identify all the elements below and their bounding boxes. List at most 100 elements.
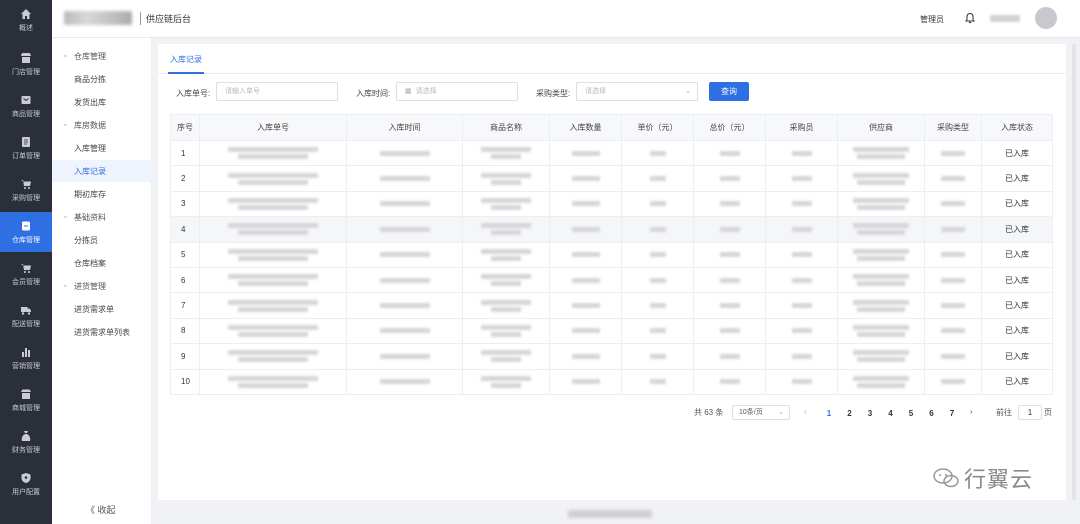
goto-page-input[interactable]: 1 [1018,405,1042,420]
status-badge: 已入库 [981,241,1053,268]
menu-group-purchase[interactable]: ^ 进货管理 [64,281,106,292]
username[interactable] [990,15,1020,22]
menu-item-warehouse-archive[interactable]: 仓库档案 [74,258,106,269]
blurred-value [941,201,965,207]
order-no-input[interactable]: 请输入单号 [216,82,338,101]
rail-item-overview[interactable]: 概述 [0,0,52,40]
table-row[interactable]: 9 已入库 [170,343,1053,370]
page-number[interactable]: 1 [822,409,836,418]
inbound-time-label: 入库时间: [356,89,391,98]
rail-item-store[interactable]: 门店管理 [0,44,52,84]
blurred-value [649,252,666,258]
order-icon [22,136,30,147]
rail-item-label: 采购管理 [12,194,40,202]
redacted-cell [765,165,838,192]
status-badge: 已入库 [981,216,1053,243]
table-row[interactable]: 10 已入库 [170,368,1053,395]
redacted-cell [837,266,925,294]
table-row[interactable]: 1 已入库 [170,139,1053,167]
blurred-value [491,357,521,363]
table-row[interactable]: 3 已入库 [170,190,1053,218]
query-button[interactable]: 查询 [709,82,749,101]
menu-item-goods-sorting[interactable]: 商品分拣 [74,74,106,85]
redacted-cell [693,317,766,345]
redacted-cell [199,165,347,192]
blurred-value [719,176,740,182]
rail-item-orders[interactable]: 订单管理 [0,128,52,168]
page-number[interactable]: 5 [904,409,918,418]
redacted-cell [924,343,982,370]
redacted-cell [693,139,766,167]
inbound-time-picker[interactable]: ▦ 请选择 [396,82,518,101]
table-row[interactable]: 4 已入库 [170,216,1053,243]
collapse-button[interactable]: 《 收起 [86,503,116,516]
rail-item-delivery[interactable]: 配送管理 [0,296,52,336]
column-header: 入库单号 [199,114,347,141]
redacted-cell [462,241,550,268]
menu-item-sorter[interactable]: 分拣员 [74,235,98,246]
blurred-value [941,226,965,232]
icon-rail: 概述 门店管理 商品管理 订单管理采购管理仓库管理 会员管理 配送管理 营销管理 商城管理 财务… [0,0,52,524]
column-header: 序号 [170,114,200,141]
avatar[interactable] [1035,7,1057,29]
redacted-cell [924,165,982,192]
blurred-value [379,201,430,207]
rail-item-marketing[interactable]: 营销管理 [0,338,52,378]
menu-item-purchase-request-list[interactable]: 进货需求单列表 [74,327,130,338]
redacted-cell [837,165,925,192]
row-index: 3 [170,190,200,218]
main-card: 入库记录 入库单号: 请输入单号 入库时间: ▦ 请选择 采购类型: 请选择 ⌄ 查… [158,44,1066,500]
blurred-value [853,299,909,305]
rail-item-user[interactable]: 用户配置 [0,464,52,504]
redacted-cell [837,292,925,319]
menu-group-storage-data[interactable]: ^ 库房数据 [64,120,106,131]
rail-item-member[interactable]: 会员管理 [0,254,52,294]
blurred-value [228,375,318,381]
page-number[interactable]: 2 [843,409,857,418]
row-index: 1 [170,139,200,167]
prev-page-icon[interactable]: ‹ [804,407,807,423]
rail-item-purchase[interactable]: 采购管理 [0,170,52,210]
scrollbar[interactable] [1072,44,1076,500]
menu-item-inbound-manage[interactable]: 入库管理 [74,143,106,154]
blurred-value [228,223,318,229]
purchase-type-select[interactable]: 请选择 ⌄ [576,82,698,101]
redacted-cell [621,292,694,319]
page-size-select[interactable]: 10条/页 ⌄ [732,405,790,420]
next-page-icon[interactable]: › [970,407,973,423]
bell-icon[interactable] [964,12,976,24]
menu-group-warehouse[interactable]: ^ 仓库管理 [64,51,106,62]
blurred-value [571,252,600,258]
blurred-value [853,375,909,381]
blurred-value [379,252,430,258]
blurred-value [481,248,531,254]
blurred-value [857,382,905,388]
table-row[interactable]: 7 已入库 [170,292,1053,319]
page-number[interactable]: 7 [945,409,959,418]
menu-item-purchase-request[interactable]: 进货需求单 [74,304,114,315]
menu-item-opening-stock[interactable]: 期初库存 [74,189,106,200]
rail-item-warehouse[interactable]: 仓库管理 [0,212,52,252]
column-header: 采购员 [765,114,838,141]
row-index: 6 [170,266,200,294]
blurred-value [649,150,666,156]
page-number[interactable]: 6 [925,409,939,418]
redacted-cell [765,292,838,319]
page-number[interactable]: 4 [884,409,898,418]
page-number[interactable]: 3 [863,409,877,418]
tab-inbound-records[interactable]: 入库记录 [170,54,202,65]
menu-group-basic-data[interactable]: ^ 基础资料 [64,212,106,223]
rail-item-mall[interactable]: 商城管理 [0,380,52,420]
menu-item-inbound-records[interactable]: 入库记录 [74,166,106,177]
blurred-value [571,379,600,385]
rail-item-goods[interactable]: 商品管理 [0,86,52,126]
table-row[interactable]: 8 已入库 [170,317,1053,345]
company-logo [64,11,132,25]
table-row[interactable]: 5 已入库 [170,241,1053,268]
menu-item-shipping-out[interactable]: 发货出库 [74,97,106,108]
total-count: 共 63 条 [694,408,724,417]
table-row[interactable]: 2 已入库 [170,165,1053,192]
admin-link[interactable]: 管理员 [920,14,944,25]
rail-item-finance[interactable]: 财务管理 [0,422,52,462]
table-row[interactable]: 6 已入库 [170,266,1053,294]
